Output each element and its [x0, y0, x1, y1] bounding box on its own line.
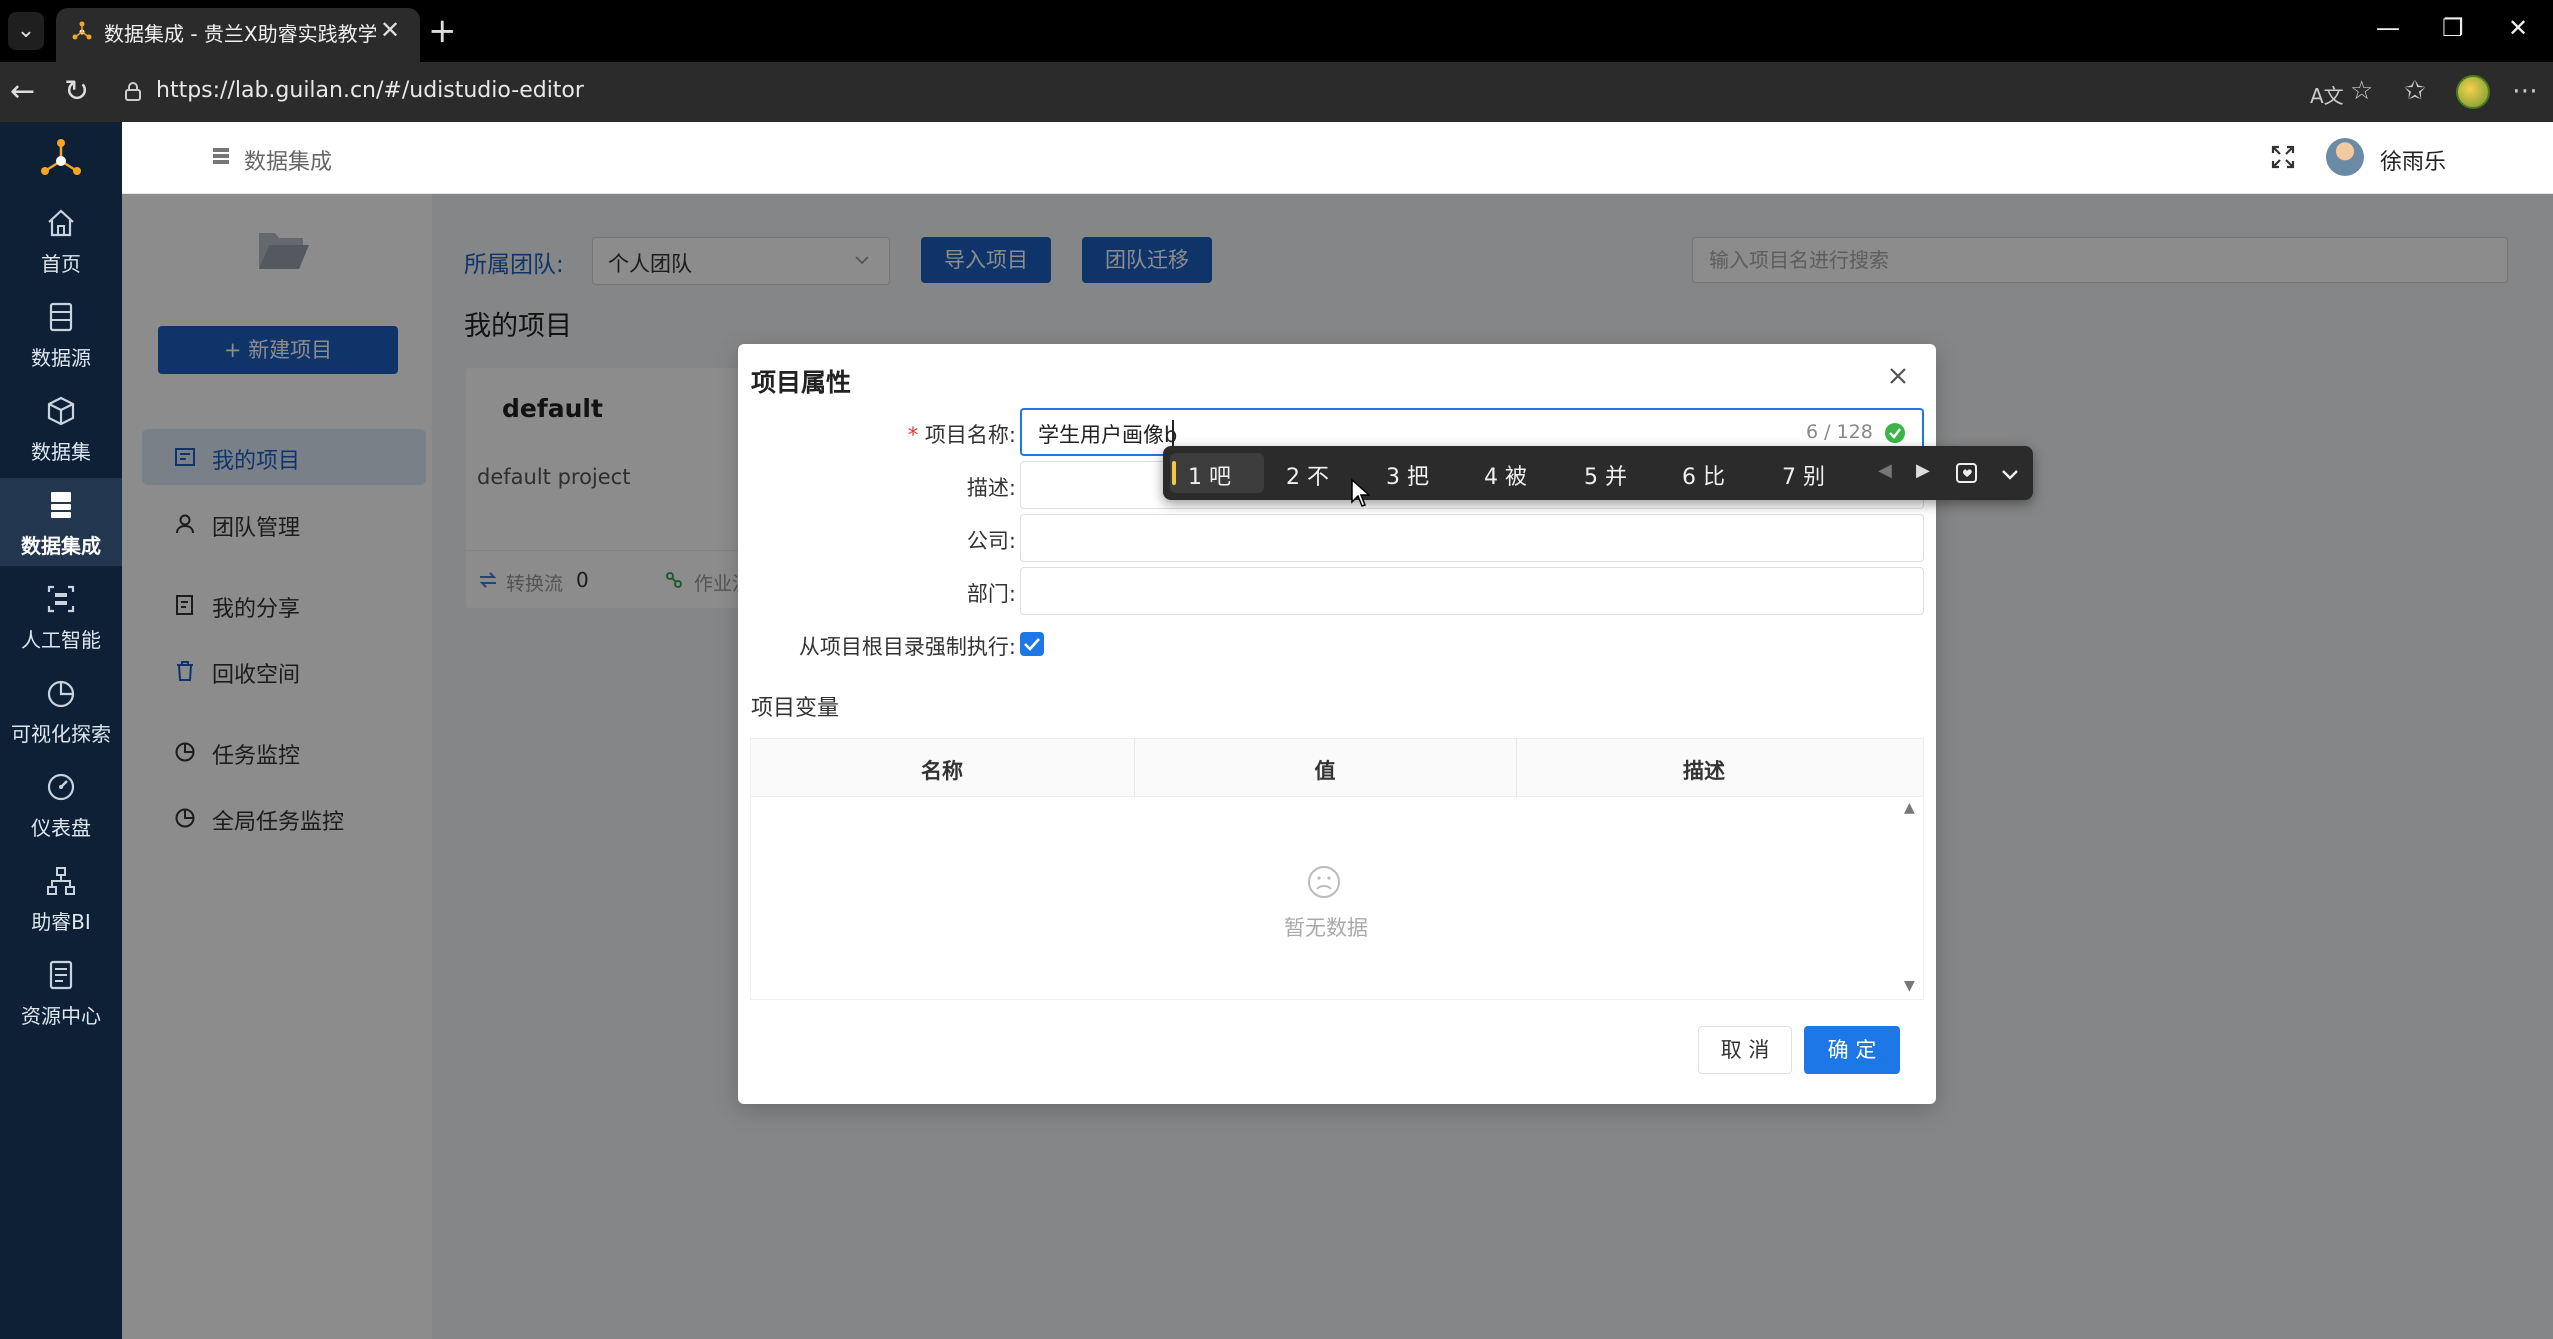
user-name[interactable]: 徐雨乐	[2380, 144, 2446, 176]
sidebar-item-label: 首页	[41, 252, 81, 276]
sidebar-item-label: 数据集成	[21, 534, 101, 558]
org-icon	[47, 867, 75, 895]
text-caret	[1172, 420, 1174, 446]
department-label: 部门:	[966, 582, 1016, 606]
favorite-star-icon[interactable]: ☆	[2350, 76, 2373, 106]
sidebar-item-dataset[interactable]: 数据集	[0, 384, 122, 472]
scroll-up-icon[interactable]: ▲	[1904, 800, 1915, 816]
project-name-value: 学生用户画像b	[1038, 423, 1178, 447]
project-name-label: * 项目名称:	[716, 419, 1016, 449]
window-close-icon[interactable]: ✕	[2508, 14, 2528, 42]
favorites-list-icon[interactable]: ✩	[2404, 76, 2426, 106]
new-tab-icon[interactable]: +	[428, 12, 457, 50]
chevron-down-icon[interactable]	[1998, 462, 2022, 486]
ime-emoji-icon[interactable]	[1954, 460, 1980, 486]
sidebar-item-datasource[interactable]: 数据源	[0, 290, 122, 378]
ime-candidate[interactable]: 4 被	[1484, 459, 1527, 491]
sidebar-item-home[interactable]: 首页	[0, 196, 122, 284]
back-icon[interactable]: ←	[10, 74, 35, 109]
char-counter: 6 / 128	[1806, 421, 1873, 443]
confirm-button[interactable]: 确 定	[1804, 1026, 1900, 1074]
project-name-label-text: 项目名称:	[924, 423, 1016, 447]
empty-state-text: 暂无数据	[1284, 916, 1368, 940]
cancel-button[interactable]: 取 消	[1698, 1026, 1792, 1074]
ime-candidate[interactable]: 3 把	[1386, 459, 1429, 491]
home-icon	[48, 209, 74, 237]
column-header-name: 名称	[921, 759, 963, 783]
gauge-icon	[47, 773, 75, 801]
sad-face-icon	[1308, 866, 1340, 898]
column-header-description: 描述	[1683, 759, 1725, 783]
ime-candidate[interactable]: 5 并	[1584, 459, 1627, 491]
description-label: 描述:	[966, 476, 1016, 500]
server-icon	[51, 492, 71, 518]
sidebar-item-bi[interactable]: 助睿BI	[0, 854, 122, 942]
favicon-icon	[72, 21, 92, 40]
minimize-icon[interactable]: —	[2376, 14, 2400, 42]
sidebar-item-ai[interactable]: 人工智能	[0, 572, 122, 660]
project-variables-title: 项目变量	[751, 696, 840, 721]
tab-close-icon[interactable]: ✕	[380, 16, 400, 44]
app-logo[interactable]	[37, 135, 85, 183]
sidebar-item-label: 数据集	[31, 440, 91, 464]
department-input[interactable]	[1020, 567, 1924, 615]
sidebar-item-dashboard[interactable]: 仪表盘	[0, 760, 122, 848]
scroll-down-icon[interactable]: ▼	[1904, 978, 1915, 994]
close-icon[interactable]	[1884, 362, 1912, 390]
more-menu-icon[interactable]: ⋯	[2512, 76, 2538, 106]
ai-icon	[47, 585, 75, 613]
check-circle-icon	[1885, 423, 1905, 443]
url-text: https://lab.guilan.cn/#/udistudio-editor	[156, 78, 584, 103]
force-root-label: 从项目根目录强制执行:	[798, 635, 1016, 659]
fullscreen-icon[interactable]	[2270, 144, 2296, 170]
document-icon	[49, 960, 73, 990]
company-label: 公司:	[966, 529, 1016, 553]
sidebar-item-label: 可视化探索	[11, 722, 111, 746]
translate-icon[interactable]: A文	[2310, 80, 2344, 109]
ime-candidate[interactable]: 7 别	[1782, 459, 1825, 491]
ime-prev-page-icon[interactable]: ◀	[1878, 460, 1892, 481]
sidebar-item-label: 仪表盘	[31, 816, 91, 840]
cube-icon	[47, 396, 75, 426]
tab-title: 数据集成 - 贵兰X助睿实践教学平台	[104, 22, 376, 46]
ime-candidate[interactable]: 2 不	[1286, 459, 1329, 491]
dialog-title: 项目属性	[751, 368, 852, 397]
ime-candidate[interactable]: 6 比	[1682, 459, 1725, 491]
ime-selection-marker	[1172, 461, 1176, 485]
sidebar-item-data-integration[interactable]: 数据集成	[0, 478, 122, 566]
server-icon	[213, 148, 229, 164]
checkmark-icon	[1024, 638, 1040, 651]
company-input[interactable]	[1020, 514, 1924, 562]
site-info-icon[interactable]	[122, 80, 144, 102]
sidebar-item-label: 助睿BI	[31, 910, 91, 934]
breadcrumb: 数据集成	[244, 150, 333, 175]
ime-next-page-icon[interactable]: ▶	[1916, 460, 1930, 481]
column-header-value: 值	[1314, 759, 1336, 783]
database-icon	[49, 302, 73, 332]
force-root-checkbox[interactable]	[1020, 632, 1044, 656]
mouse-cursor-icon	[1351, 478, 1370, 507]
avatar[interactable]	[2326, 138, 2364, 176]
sidebar-item-label: 资源中心	[21, 1004, 101, 1028]
browser-profile-avatar[interactable]	[2456, 75, 2490, 109]
required-mark: *	[907, 423, 925, 447]
app-header	[122, 122, 2553, 194]
ime-candidate[interactable]: 1 吧	[1188, 459, 1231, 491]
pie-icon	[47, 680, 75, 708]
sidebar-item-resources[interactable]: 资源中心	[0, 948, 122, 1036]
sidebar-item-label: 人工智能	[21, 628, 101, 652]
reload-icon[interactable]: ↻	[64, 74, 89, 109]
sidebar-item-label: 数据源	[31, 346, 91, 370]
sidebar-item-visual-explore[interactable]: 可视化探索	[0, 666, 122, 754]
tab-list-dropdown-icon[interactable]: ⌄	[8, 12, 44, 50]
restore-icon[interactable]: ❐	[2442, 14, 2464, 42]
